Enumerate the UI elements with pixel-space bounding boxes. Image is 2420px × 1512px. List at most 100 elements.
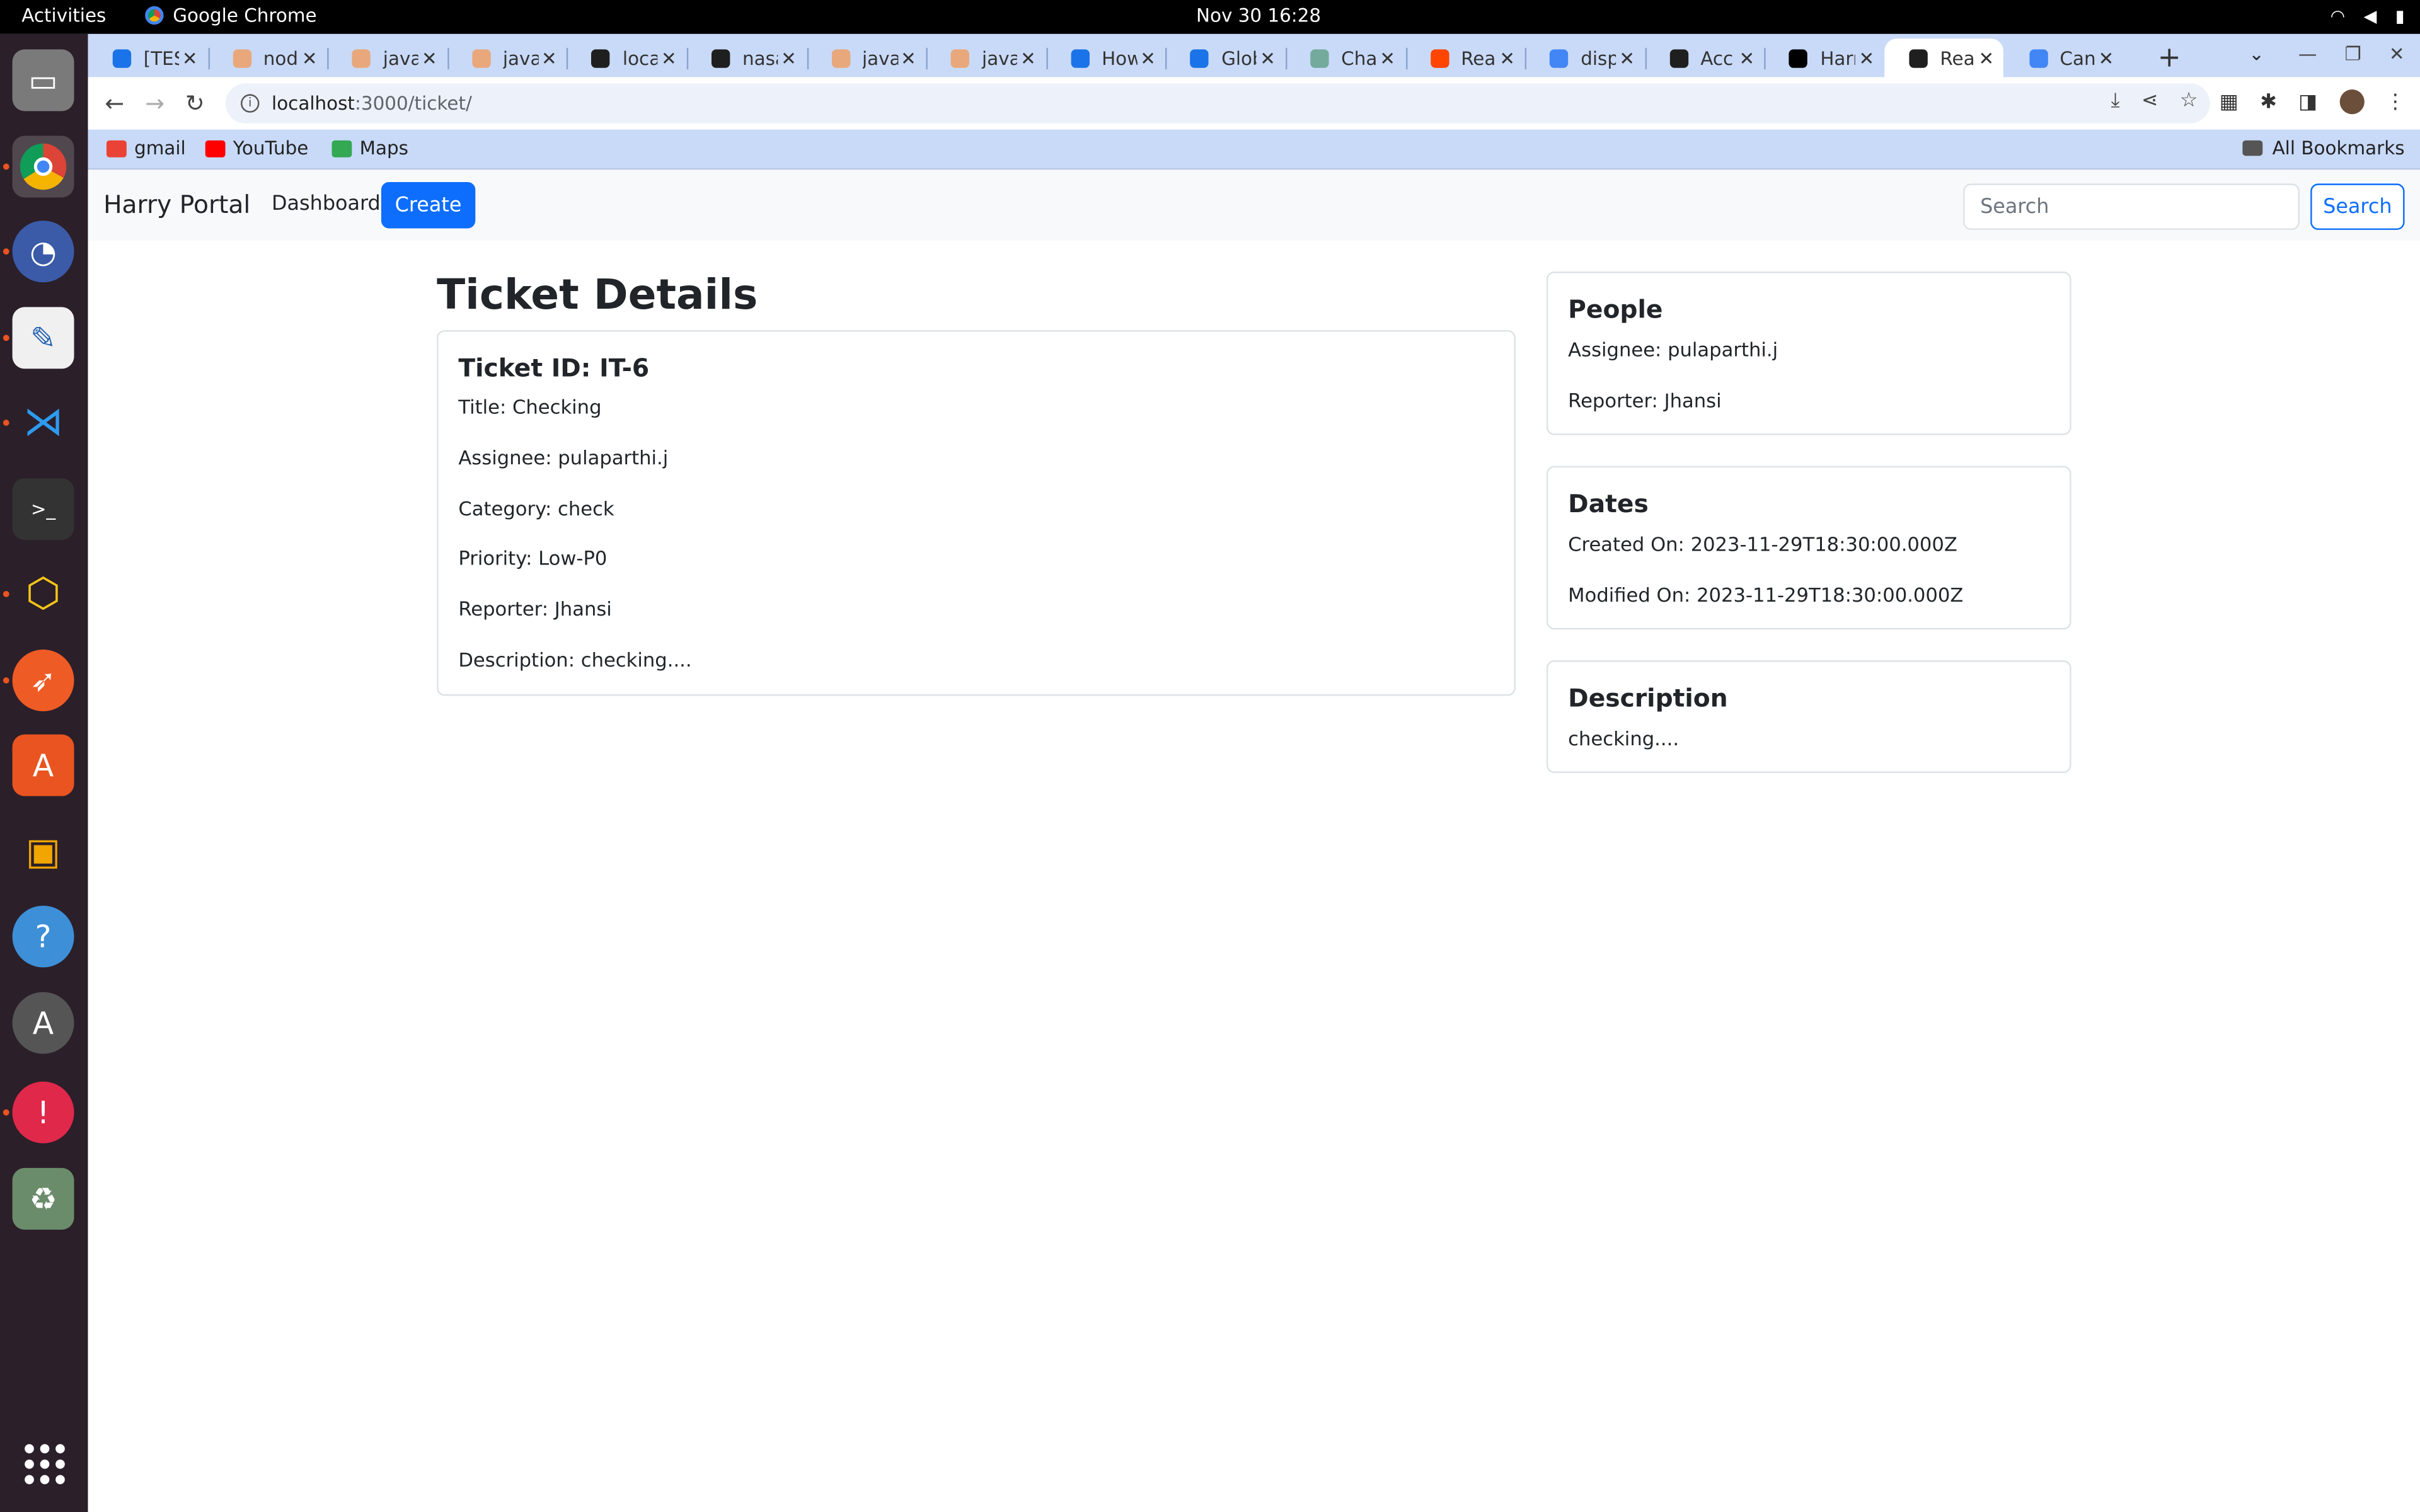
tab-close-icon[interactable]: ✕: [1137, 47, 1158, 69]
close-window-icon[interactable]: ✕: [2389, 43, 2405, 65]
tab[interactable]: loca ✕: [567, 38, 686, 77]
create-button[interactable]: Create: [381, 181, 476, 229]
vscode-icon[interactable]: ⋊: [13, 392, 74, 454]
tab-title: Rea: [1940, 47, 1975, 69]
tab[interactable]: java ✕: [807, 38, 926, 77]
trash-icon[interactable]: ♻: [12, 1167, 74, 1230]
bookmark-star-icon[interactable]: ☆: [2180, 89, 2198, 113]
brand-link[interactable]: Harry Portal: [103, 190, 250, 219]
minimize-icon[interactable]: —: [2298, 43, 2317, 65]
tab[interactable]: java ✕: [447, 38, 567, 77]
new-tab-button[interactable]: +: [2158, 42, 2181, 74]
tab-favicon-icon: [951, 49, 970, 67]
tab-title: java: [383, 47, 419, 69]
terminal-icon[interactable]: >_: [12, 478, 74, 541]
tab[interactable]: Rea ✕: [1405, 38, 1524, 77]
dates-title: Dates: [1568, 489, 1649, 518]
tab-close-icon[interactable]: ✕: [1377, 47, 1398, 69]
tab[interactable]: Cha ✕: [1286, 38, 1405, 77]
bookmark-maps[interactable]: Maps: [331, 137, 408, 159]
tab-active[interactable]: Rea ✕: [1884, 38, 2003, 77]
tab-close-icon[interactable]: ✕: [2095, 47, 2117, 69]
tab[interactable]: Harr✕: [1765, 38, 1884, 77]
menu-icon[interactable]: ⋮: [2385, 90, 2406, 113]
app-menu[interactable]: Google Chrome: [145, 4, 317, 26]
tab[interactable]: Can ✕: [2004, 38, 2123, 77]
tab-close-icon[interactable]: ✕: [179, 47, 200, 69]
restore-icon[interactable]: ❐: [2344, 43, 2361, 65]
postman-icon[interactable]: ➶: [12, 650, 74, 711]
tab-close-icon[interactable]: ✕: [299, 47, 320, 69]
qr-code-icon[interactable]: ▦: [2220, 90, 2238, 113]
running-indicator: [3, 420, 9, 426]
tab-separator: [1525, 47, 1527, 70]
clock[interactable]: Nov 30 16:28: [1196, 4, 1321, 26]
tab[interactable]: nasa✕: [687, 38, 806, 77]
search-button[interactable]: Search: [2310, 183, 2405, 230]
error-report-icon[interactable]: !: [12, 1081, 74, 1143]
tab-close-icon[interactable]: ✕: [1736, 47, 1758, 69]
all-bookmarks-button[interactable]: All Bookmarks: [2243, 137, 2405, 159]
tab-favicon-icon: [232, 49, 251, 67]
tab-close-icon[interactable]: ✕: [418, 47, 440, 69]
install-icon[interactable]: ⤓: [2111, 89, 2119, 113]
tab-close-icon[interactable]: ✕: [1976, 47, 1997, 69]
tab-search-icon[interactable]: ⌄: [2249, 43, 2264, 65]
tab-title: Acc: [1700, 47, 1734, 69]
dashboard-link[interactable]: Dashboard: [272, 193, 381, 216]
tab-close-icon[interactable]: ✕: [1856, 47, 1877, 69]
virtualbox-icon[interactable]: ▣: [13, 821, 74, 883]
tab[interactable]: disp ✕: [1525, 38, 1644, 77]
clock-app-icon[interactable]: ◔: [12, 220, 74, 283]
tab[interactable]: Glob✕: [1166, 38, 1285, 77]
text-editor-icon[interactable]: ✎: [12, 307, 74, 369]
tab-close-icon[interactable]: ✕: [897, 47, 919, 69]
extensions-icon[interactable]: ✱: [2260, 90, 2277, 113]
tab[interactable]: nod ✕: [208, 38, 327, 77]
tab[interactable]: How✕: [1046, 38, 1165, 77]
dock: ▭ ◔ ✎ ⋊ >_ ⬡ ➶ A ▣ ? A ! ♻: [0, 33, 88, 1512]
side-panel-icon[interactable]: ◨: [2298, 90, 2317, 113]
search-input[interactable]: Search: [1963, 183, 2300, 230]
reload-icon[interactable]: ↻: [185, 89, 205, 117]
show-apps-icon[interactable]: [25, 1444, 65, 1484]
tab-favicon-icon: [1909, 49, 1928, 67]
share-icon[interactable]: ⋖: [2141, 89, 2158, 113]
tab[interactable]: Acc ✕: [1645, 38, 1764, 77]
tab-close-icon[interactable]: ✕: [1017, 47, 1039, 69]
tab-close-icon[interactable]: ✕: [1257, 47, 1278, 69]
description-text: checking....: [1568, 726, 1680, 750]
tab-close-icon[interactable]: ✕: [1497, 47, 1518, 69]
people-card: People Assignee: pulaparthi.j Reporter: …: [1546, 272, 2071, 435]
bookmark-gmail[interactable]: gmail: [106, 137, 186, 159]
activities-button[interactable]: Activities: [21, 4, 106, 26]
address-bar[interactable]: i localhost:3000/ticket/ ⤓ ⋖ ☆: [225, 83, 2210, 123]
site-info-icon[interactable]: i: [241, 94, 260, 113]
tab[interactable]: java ✕: [328, 38, 447, 77]
help-icon[interactable]: ?: [12, 905, 74, 968]
bruno-icon[interactable]: ⬡: [13, 563, 74, 625]
tab[interactable]: java ✕: [926, 38, 1046, 77]
software-center-icon[interactable]: A: [12, 734, 74, 796]
tab-title: java: [502, 47, 539, 69]
tab-close-icon[interactable]: ✕: [778, 47, 799, 69]
chrome-dock-icon[interactable]: [12, 135, 74, 198]
tab-favicon-icon: [1430, 49, 1449, 67]
all-bookmarks-label: All Bookmarks: [2272, 137, 2405, 159]
tab-close-icon[interactable]: ✕: [538, 47, 560, 69]
files-icon[interactable]: ▭: [12, 49, 74, 112]
profile-avatar[interactable]: [2339, 89, 2364, 115]
url-host: localhost: [272, 92, 355, 115]
bookmark-youtube[interactable]: YouTube: [205, 137, 308, 159]
ticket-reporter: Reporter: Jhansi: [458, 597, 612, 621]
tab[interactable]: [TES✕: [88, 38, 207, 77]
updater-icon[interactable]: A: [12, 992, 74, 1054]
forward-icon[interactable]: →: [145, 89, 164, 117]
description-title: Description: [1568, 683, 1728, 713]
back-icon[interactable]: ←: [105, 89, 125, 117]
tab-close-icon[interactable]: ✕: [1616, 47, 1638, 69]
tab-close-icon[interactable]: ✕: [658, 47, 679, 69]
tab-title: Harr: [1820, 47, 1855, 69]
system-tray[interactable]: ◠ ◀ ▮: [2331, 6, 2405, 26]
modified-on: Modified On: 2023-11-29T18:30:00.000Z: [1568, 583, 1964, 607]
